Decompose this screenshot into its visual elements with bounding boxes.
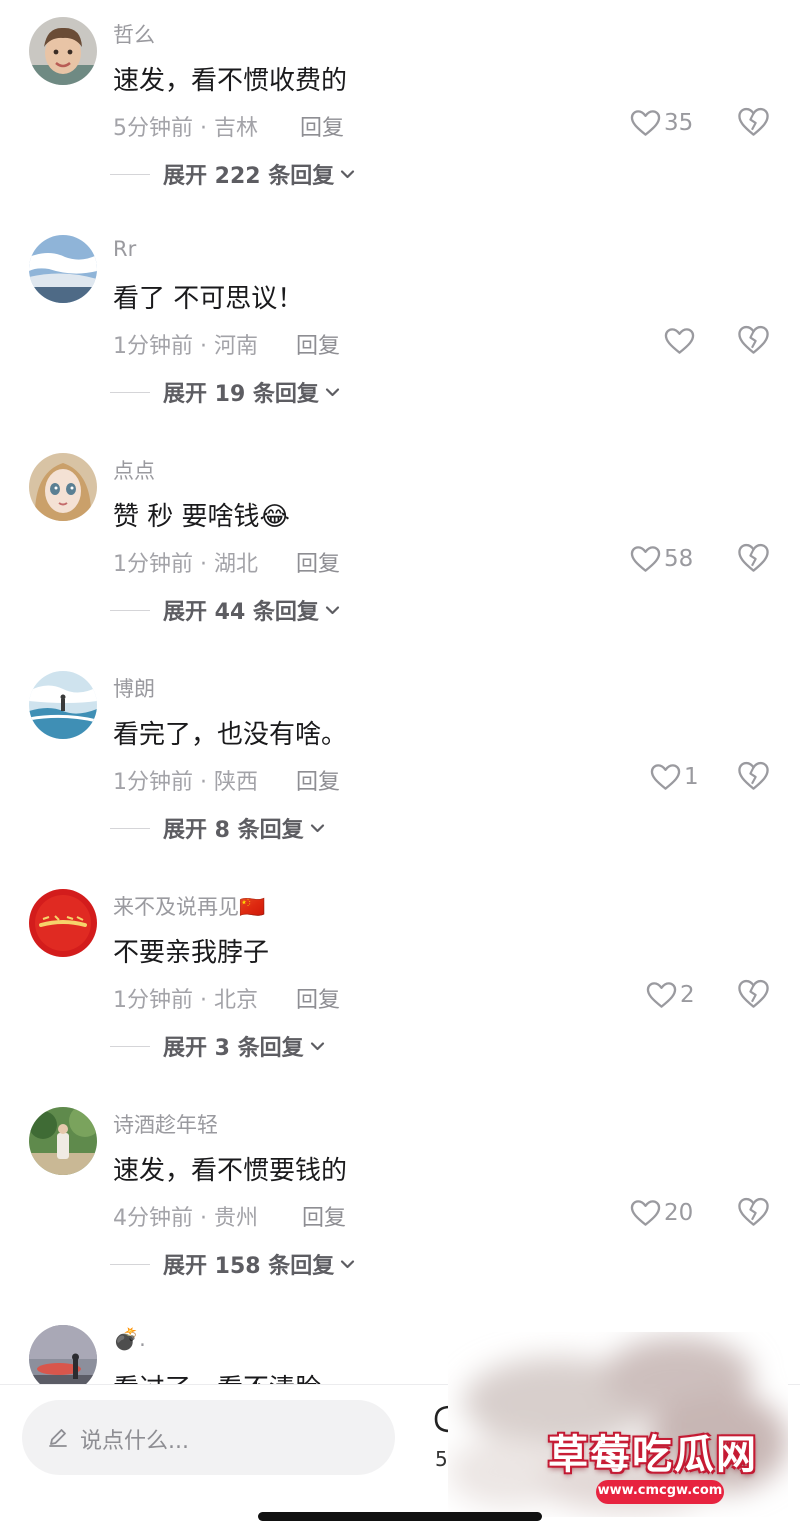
heart-outline-icon bbox=[664, 328, 695, 354]
expand-replies-label: 展开 19 条回复 bbox=[163, 382, 319, 407]
username[interactable]: 博朗 bbox=[113, 673, 155, 703]
comment-time-location: 1分钟前 · 陕西 bbox=[113, 770, 258, 795]
like-count: 20 bbox=[664, 1200, 694, 1226]
expand-replies[interactable]: 展开 222 条回复 bbox=[110, 158, 356, 190]
reply-button[interactable]: 回复 bbox=[296, 546, 340, 578]
like-button[interactable]: 58 bbox=[630, 542, 693, 576]
reply-button[interactable]: 回复 bbox=[296, 764, 340, 796]
like-count: 1 bbox=[684, 764, 699, 790]
chevron-down-icon bbox=[310, 1042, 324, 1051]
divider bbox=[110, 609, 150, 611]
avatar[interactable] bbox=[29, 889, 97, 957]
comment-text: 速发，看不惯收费的 bbox=[113, 66, 348, 96]
watermark-title: 草莓吃瓜网 bbox=[548, 1432, 758, 1478]
username[interactable]: 来不及说再见🇨🇳 bbox=[113, 891, 265, 921]
like-count: 2 bbox=[680, 982, 695, 1008]
like-button[interactable]: 35 bbox=[630, 106, 693, 140]
like-button[interactable]: 2 bbox=[646, 978, 695, 1012]
broken-heart-icon[interactable] bbox=[737, 324, 770, 355]
expand-replies[interactable]: 展开 19 条回复 bbox=[110, 376, 341, 408]
divider bbox=[110, 391, 150, 393]
heart-outline-icon bbox=[630, 1200, 661, 1226]
username[interactable]: 💣. bbox=[113, 1327, 146, 1352]
comment-item: 诗酒趁年轻 速发，看不惯要钱的 4分钟前 · 贵州 回复 20 展开 158 条… bbox=[0, 1090, 800, 1308]
broken-heart-icon[interactable] bbox=[737, 106, 770, 137]
comment-time-location: 1分钟前 · 河南 bbox=[113, 334, 258, 359]
heart-outline-icon bbox=[650, 764, 681, 790]
expand-replies-label: 展开 8 条回复 bbox=[163, 818, 304, 843]
broken-heart-icon[interactable] bbox=[737, 978, 770, 1009]
expand-replies-label: 展开 158 条回复 bbox=[163, 1254, 335, 1279]
comment-time-location: 1分钟前 · 北京 bbox=[113, 988, 258, 1013]
chevron-down-icon bbox=[325, 606, 340, 615]
like-count: 58 bbox=[664, 546, 694, 572]
avatar[interactable] bbox=[29, 671, 97, 739]
comment-text: 看过了，看不清脸 bbox=[113, 1368, 321, 1385]
comment-list[interactable]: 哲么 速发，看不惯收费的 5分钟前 · 吉林 回复 35 展开 222 条回复 … bbox=[0, 0, 800, 1385]
avatar[interactable] bbox=[29, 235, 97, 303]
watermark-url-badge: www.cmcgw.com bbox=[596, 1480, 724, 1504]
watermark-logo: 草莓吃瓜网 www.cmcgw.com bbox=[448, 1332, 788, 1517]
reply-button[interactable]: 回复 bbox=[296, 982, 340, 1014]
broken-heart-icon[interactable] bbox=[737, 542, 770, 573]
divider bbox=[110, 827, 150, 829]
username[interactable]: 诗酒趁年轻 bbox=[113, 1109, 218, 1139]
reply-button[interactable]: 回复 bbox=[300, 110, 344, 142]
pencil-icon bbox=[49, 1429, 67, 1447]
comment-item: 来不及说再见🇨🇳 不要亲我脖子 1分钟前 · 北京 回复 2 展开 3 条回复 bbox=[0, 872, 800, 1090]
divider bbox=[110, 173, 150, 175]
comment-input[interactable]: 说点什么... bbox=[22, 1400, 395, 1475]
reply-button[interactable]: 回复 bbox=[296, 328, 340, 360]
username[interactable]: Rr bbox=[113, 237, 136, 261]
chevron-down-icon bbox=[310, 824, 324, 833]
like-button[interactable]: 20 bbox=[630, 1196, 693, 1230]
comment-text: 看了 不可思议！ bbox=[113, 284, 304, 314]
expand-replies-label: 展开 222 条回复 bbox=[163, 164, 335, 189]
avatar[interactable] bbox=[29, 453, 97, 521]
expand-replies[interactable]: 展开 158 条回复 bbox=[110, 1248, 356, 1280]
avatar[interactable] bbox=[29, 1325, 97, 1385]
heart-outline-icon bbox=[630, 110, 661, 136]
comment-time-location: 4分钟前 · 贵州 bbox=[113, 1206, 258, 1231]
expand-replies-label: 展开 44 条回复 bbox=[163, 600, 319, 625]
heart-outline-icon bbox=[646, 982, 677, 1008]
like-button[interactable] bbox=[664, 324, 698, 358]
comment-text: 看完了，也没有啥。 bbox=[113, 720, 348, 750]
comment-time-location: 1分钟前 · 湖北 bbox=[113, 552, 258, 577]
comment-text: 赞 秒 要啥钱😂 bbox=[113, 502, 290, 532]
comment-input-placeholder: 说点什么... bbox=[80, 1429, 189, 1454]
broken-heart-icon[interactable] bbox=[737, 1196, 770, 1227]
avatar[interactable] bbox=[29, 1107, 97, 1175]
watermark-url: www.cmcgw.com bbox=[597, 1483, 723, 1498]
username[interactable]: 点点 bbox=[113, 455, 155, 485]
action-count: 5 bbox=[435, 1447, 448, 1471]
reply-button[interactable]: 回复 bbox=[302, 1200, 346, 1232]
comment-time-location: 5分钟前 · 吉林 bbox=[113, 116, 258, 141]
comment-text: 不要亲我脖子 bbox=[113, 938, 270, 968]
comment-text: 速发，看不惯要钱的 bbox=[113, 1156, 348, 1186]
home-indicator[interactable] bbox=[258, 1512, 542, 1521]
comment-item: 点点 赞 秒 要啥钱😂 1分钟前 · 湖北 回复 58 展开 44 条回复 bbox=[0, 436, 800, 654]
expand-replies[interactable]: 展开 8 条回复 bbox=[110, 812, 326, 844]
chevron-down-icon bbox=[341, 1260, 355, 1269]
expand-replies[interactable]: 展开 44 条回复 bbox=[110, 594, 341, 626]
comment-item: 博朗 看完了，也没有啥。 1分钟前 · 陕西 回复 1 展开 8 条回复 bbox=[0, 654, 800, 872]
username[interactable]: 哲么 bbox=[113, 19, 155, 49]
broken-heart-icon[interactable] bbox=[737, 760, 770, 791]
like-button[interactable]: 1 bbox=[650, 760, 699, 794]
expand-replies-label: 展开 3 条回复 bbox=[163, 1036, 304, 1061]
divider bbox=[110, 1263, 150, 1265]
avatar[interactable] bbox=[29, 17, 97, 85]
divider bbox=[110, 1045, 150, 1047]
comment-item: Rr 看了 不可思议！ 1分钟前 · 河南 回复 展开 19 条回复 bbox=[0, 218, 800, 436]
comment-item: 哲么 速发，看不惯收费的 5分钟前 · 吉林 回复 35 展开 222 条回复 bbox=[0, 0, 800, 218]
expand-replies[interactable]: 展开 3 条回复 bbox=[110, 1030, 326, 1062]
heart-outline-icon bbox=[630, 546, 661, 572]
chevron-down-icon bbox=[341, 170, 355, 179]
like-count: 35 bbox=[664, 110, 694, 136]
chevron-down-icon bbox=[325, 388, 340, 397]
